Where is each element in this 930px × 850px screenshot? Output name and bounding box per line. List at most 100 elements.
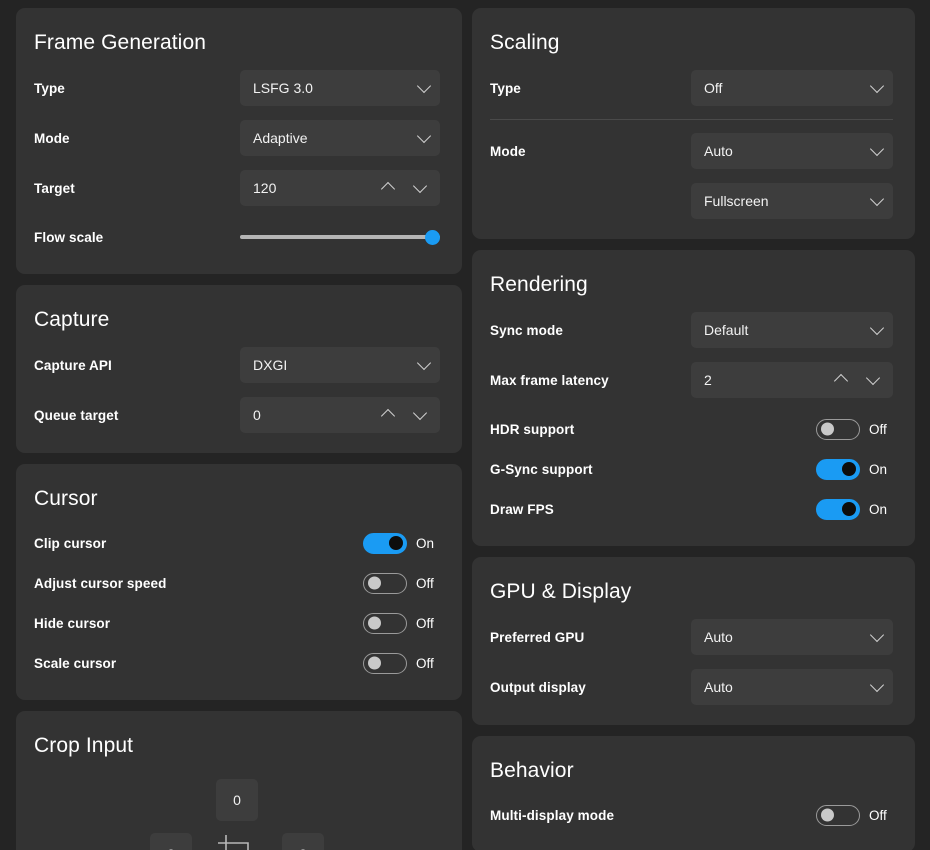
chevron-down-icon xyxy=(416,357,432,373)
dropdown-capture-api[interactable]: DXGI xyxy=(240,347,440,383)
chevron-down-icon xyxy=(869,322,885,338)
card-title-gpu-display: GPU & Display xyxy=(490,579,893,605)
toggle-multi-display-mode[interactable] xyxy=(816,805,860,826)
toggle-clip-cursor[interactable] xyxy=(363,533,407,554)
stepper-max-frame-latency-value: 2 xyxy=(704,372,833,388)
chevron-down-icon xyxy=(416,130,432,146)
dropdown-fg-mode[interactable]: Adaptive xyxy=(240,120,440,156)
label-fg-flow-scale: Flow scale xyxy=(34,230,103,245)
row-adjust-cursor-speed: Adjust cursor speed Off xyxy=(34,566,440,600)
toggle-wrap-gsync-support: On xyxy=(816,459,893,480)
slider-flow-scale[interactable] xyxy=(240,227,440,247)
chevron-up-icon[interactable] xyxy=(380,407,396,423)
chevron-down-icon xyxy=(416,80,432,96)
chevron-down-icon xyxy=(869,143,885,159)
slider-thumb[interactable] xyxy=(425,230,440,245)
row-scaling-window-mode: Fullscreen xyxy=(490,183,893,219)
stepper-fg-target[interactable]: 120 xyxy=(240,170,440,206)
label-sync-mode: Sync mode xyxy=(490,323,563,338)
toggle-knob xyxy=(821,423,834,436)
toggle-hdr-support[interactable] xyxy=(816,419,860,440)
card-rendering: Rendering Sync mode Default Max frame la… xyxy=(472,250,915,546)
dropdown-scaling-window-mode[interactable]: Fullscreen xyxy=(691,183,893,219)
chevron-up-icon[interactable] xyxy=(380,180,396,196)
card-scaling: Scaling Type Off Mode Auto Fullscreen xyxy=(472,8,915,239)
row-fg-mode: Mode Adaptive xyxy=(34,120,440,156)
row-clip-cursor: Clip cursor On xyxy=(34,526,440,560)
crop-input-right[interactable]: 0 xyxy=(282,833,324,850)
label-clip-cursor: Clip cursor xyxy=(34,536,106,551)
row-multi-display-mode: Multi-display mode Off xyxy=(490,798,893,832)
card-crop-input: Crop Input 0 0 0 0 xyxy=(16,711,462,850)
scaling-separator xyxy=(490,119,893,120)
crop-icon xyxy=(214,831,260,850)
chevron-down-icon[interactable] xyxy=(412,407,428,423)
card-title-frame-generation: Frame Generation xyxy=(34,30,440,56)
dropdown-sync-mode-value: Default xyxy=(704,322,869,338)
card-cursor: Cursor Clip cursor On Adjust cursor spee… xyxy=(16,464,462,700)
row-max-frame-latency: Max frame latency 2 xyxy=(490,362,893,398)
label-scaling-type: Type xyxy=(490,81,521,96)
toggle-state-draw-fps: On xyxy=(869,502,893,517)
card-title-behavior: Behavior xyxy=(490,758,893,784)
dropdown-output-display[interactable]: Auto xyxy=(691,669,893,705)
chevron-up-icon[interactable] xyxy=(833,372,849,388)
toggle-wrap-hide-cursor: Off xyxy=(363,613,440,634)
toggle-state-adjust-cursor-speed: Off xyxy=(416,576,440,591)
toggle-knob xyxy=(368,657,381,670)
toggle-draw-fps[interactable] xyxy=(816,499,860,520)
stepper-queue-target-value: 0 xyxy=(253,407,380,423)
label-output-display: Output display xyxy=(490,680,586,695)
toggle-knob xyxy=(842,462,856,476)
toggle-state-scale-cursor: Off xyxy=(416,656,440,671)
row-fg-target: Target 120 xyxy=(34,170,440,206)
toggle-adjust-cursor-speed[interactable] xyxy=(363,573,407,594)
label-fg-type: Type xyxy=(34,81,65,96)
toggle-scale-cursor[interactable] xyxy=(363,653,407,674)
label-preferred-gpu: Preferred GPU xyxy=(490,630,584,645)
toggle-wrap-hdr-support: Off xyxy=(816,419,893,440)
card-capture: Capture Capture API DXGI Queue target 0 xyxy=(16,285,462,453)
dropdown-scaling-mode[interactable]: Auto xyxy=(691,133,893,169)
dropdown-scaling-type[interactable]: Off xyxy=(691,70,893,106)
row-scaling-mode: Mode Auto xyxy=(490,133,893,169)
chevron-down-icon[interactable] xyxy=(865,372,881,388)
label-capture-api: Capture API xyxy=(34,358,112,373)
label-scale-cursor: Scale cursor xyxy=(34,656,116,671)
dropdown-sync-mode[interactable]: Default xyxy=(691,312,893,348)
row-hdr-support: HDR support Off xyxy=(490,412,893,446)
dropdown-capture-api-value: DXGI xyxy=(253,357,416,373)
chevron-down-icon xyxy=(869,193,885,209)
row-preferred-gpu: Preferred GPU Auto xyxy=(490,619,893,655)
stepper-fg-target-value: 120 xyxy=(253,180,380,196)
label-scaling-mode: Mode xyxy=(490,144,526,159)
row-queue-target: Queue target 0 xyxy=(34,397,440,433)
stepper-max-frame-latency[interactable]: 2 xyxy=(691,362,893,398)
label-adjust-cursor-speed: Adjust cursor speed xyxy=(34,576,166,591)
toggle-knob xyxy=(842,502,856,516)
label-fg-mode: Mode xyxy=(34,131,70,146)
toggle-knob xyxy=(368,617,381,630)
toggle-knob xyxy=(389,536,403,550)
toggle-state-hdr-support: Off xyxy=(869,422,893,437)
dropdown-preferred-gpu[interactable]: Auto xyxy=(691,619,893,655)
chevron-down-icon[interactable] xyxy=(412,180,428,196)
toggle-hide-cursor[interactable] xyxy=(363,613,407,634)
toggle-gsync-support[interactable] xyxy=(816,459,860,480)
stepper-buttons xyxy=(833,372,885,388)
row-gsync-support: G-Sync support On xyxy=(490,452,893,486)
row-fg-flow-scale: Flow scale xyxy=(34,220,440,254)
label-hdr-support: HDR support xyxy=(490,422,574,437)
slider-track xyxy=(240,235,440,239)
stepper-buttons xyxy=(380,180,432,196)
label-fg-target: Target xyxy=(34,181,75,196)
stepper-queue-target[interactable]: 0 xyxy=(240,397,440,433)
label-gsync-support: G-Sync support xyxy=(490,462,593,477)
toggle-state-hide-cursor: Off xyxy=(416,616,440,631)
crop-input-top[interactable]: 0 xyxy=(216,779,258,821)
dropdown-fg-type[interactable]: LSFG 3.0 xyxy=(240,70,440,106)
row-capture-api: Capture API DXGI xyxy=(34,347,440,383)
chevron-down-icon xyxy=(869,629,885,645)
crop-input-left[interactable]: 0 xyxy=(150,833,192,850)
dropdown-fg-type-value: LSFG 3.0 xyxy=(253,80,416,96)
